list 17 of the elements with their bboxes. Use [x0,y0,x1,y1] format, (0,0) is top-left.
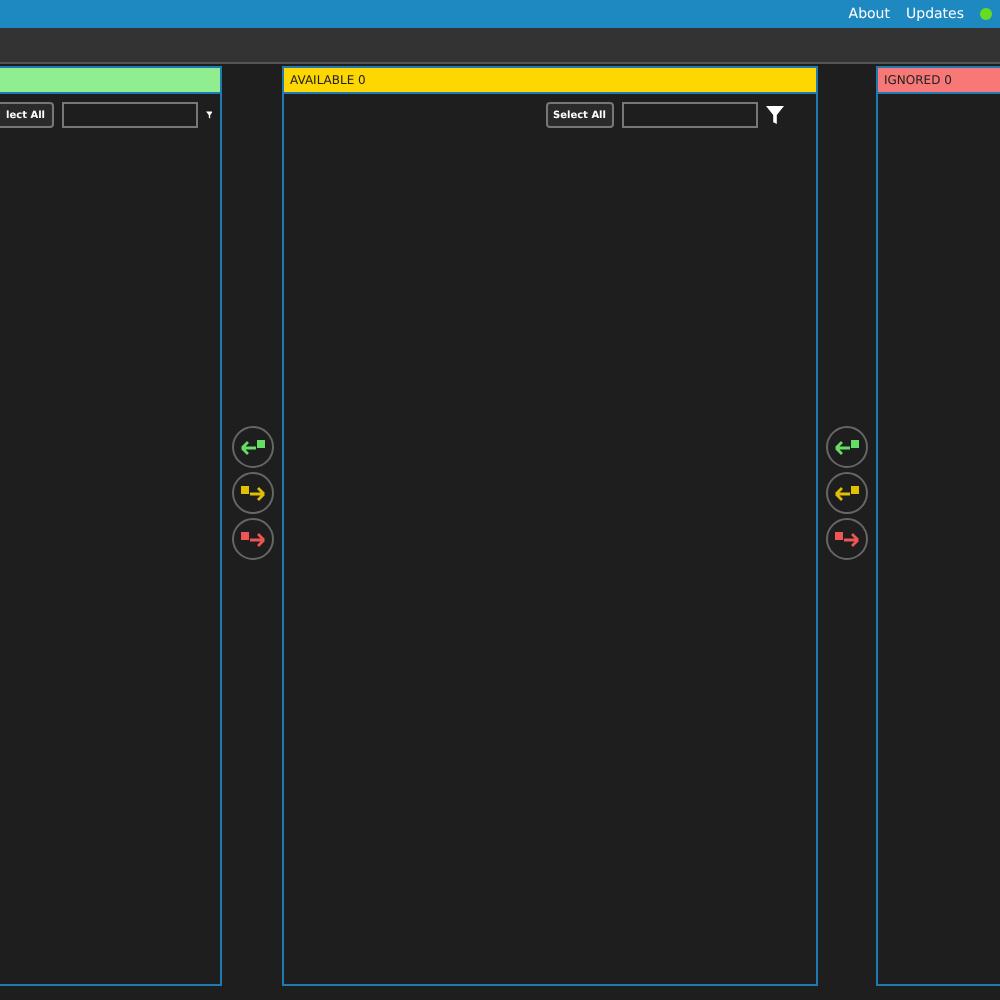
filter-icon[interactable] [766,106,784,124]
move-left-button[interactable] [826,472,868,514]
move-left-button[interactable] [231,426,273,468]
arrow-right-icon [239,484,265,502]
arrow-left-icon [239,438,265,456]
move-left-button[interactable] [826,426,868,468]
move-right-button[interactable] [231,472,273,514]
arrow-right-icon [239,530,265,548]
status-dot [980,8,992,20]
filter-field[interactable] [61,102,197,128]
move-right-button[interactable] [826,518,868,560]
arrow-right-icon [834,530,860,548]
filter-icon[interactable] [205,106,212,124]
arrow-left-icon [834,438,860,456]
move-right-button[interactable] [231,518,273,560]
filter-field[interactable] [622,102,758,128]
arrow-left-icon [834,484,860,502]
